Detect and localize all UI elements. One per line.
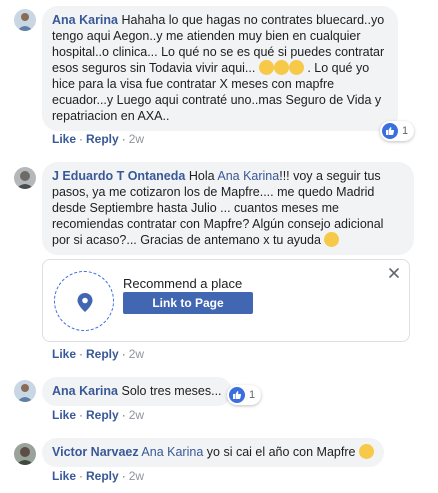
like-link[interactable]: Like (52, 347, 76, 361)
card-title: Recommend a place (123, 276, 243, 291)
avatar[interactable] (14, 9, 36, 31)
comment-time[interactable]: 2w (129, 347, 144, 361)
comment-bubble: Victor Narvaez Ana Karina yo si cai el a… (42, 438, 384, 467)
comment-author[interactable]: J Eduardo T Ontaneda (52, 169, 185, 183)
like-link[interactable]: Like (52, 408, 76, 422)
comment-time[interactable]: 2w (129, 469, 144, 483)
avatar[interactable] (14, 167, 36, 189)
like-reaction-icon (382, 123, 398, 139)
map-pin-icon (77, 293, 93, 312)
thinking-emoji-icon (288, 60, 304, 75)
reply-link[interactable]: Reply (86, 347, 119, 361)
like-reaction-icon (229, 387, 245, 403)
comment-bubble: Ana Karina Solo tres meses... (42, 377, 232, 406)
smile-emoji-icon (324, 232, 340, 247)
comment-author[interactable]: Ana Karina (52, 13, 118, 27)
worried-emoji-icon (358, 444, 374, 459)
like-link[interactable]: Like (52, 132, 76, 146)
reply-link[interactable]: Reply (86, 132, 119, 146)
comment-author[interactable]: Ana Karina (52, 384, 118, 398)
reply-link[interactable]: Reply (86, 408, 119, 422)
reaction-summary[interactable]: 1 (380, 121, 415, 141)
comment-bubble: Ana Karina Hahaha lo que hagas no contra… (42, 6, 398, 131)
comment-actions: Like · Reply · 2w (52, 408, 145, 422)
reaction-summary[interactable]: 1 (227, 385, 262, 405)
place-placeholder (54, 271, 114, 331)
comment-actions: Like · Reply · 2w (52, 132, 145, 146)
like-link[interactable]: Like (52, 469, 76, 483)
comment-author[interactable]: Victor Narvaez (52, 445, 139, 459)
mention-link[interactable]: Ana Karina (141, 445, 203, 459)
link-to-page-button[interactable]: Link to Page (123, 292, 253, 314)
card-actions: Like · Reply · 2w (52, 347, 145, 361)
comment-text: Solo tres meses... (121, 384, 222, 398)
mention-link[interactable]: Ana Karina (217, 169, 279, 183)
reply-link[interactable]: Reply (86, 469, 119, 483)
thinking-emoji-icon (258, 60, 274, 75)
comment-actions: Like · Reply · 2w (52, 469, 145, 483)
reaction-count: 1 (402, 125, 409, 137)
comment-time[interactable]: 2w (129, 408, 144, 422)
comment-bubble: J Eduardo T Ontaneda Hola Ana Karina!!! … (42, 162, 414, 255)
comment-greeting: Hola (188, 169, 215, 183)
reaction-count: 1 (249, 389, 256, 401)
avatar[interactable] (14, 443, 36, 465)
close-icon[interactable] (387, 266, 401, 280)
avatar[interactable] (14, 380, 36, 402)
thinking-emoji-icon (273, 60, 289, 75)
comment-text: yo si cai el año con Mapfre (206, 445, 356, 459)
comment-time[interactable]: 2w (129, 132, 144, 146)
recommend-place-card: Recommend a place Link to Page (42, 259, 410, 342)
